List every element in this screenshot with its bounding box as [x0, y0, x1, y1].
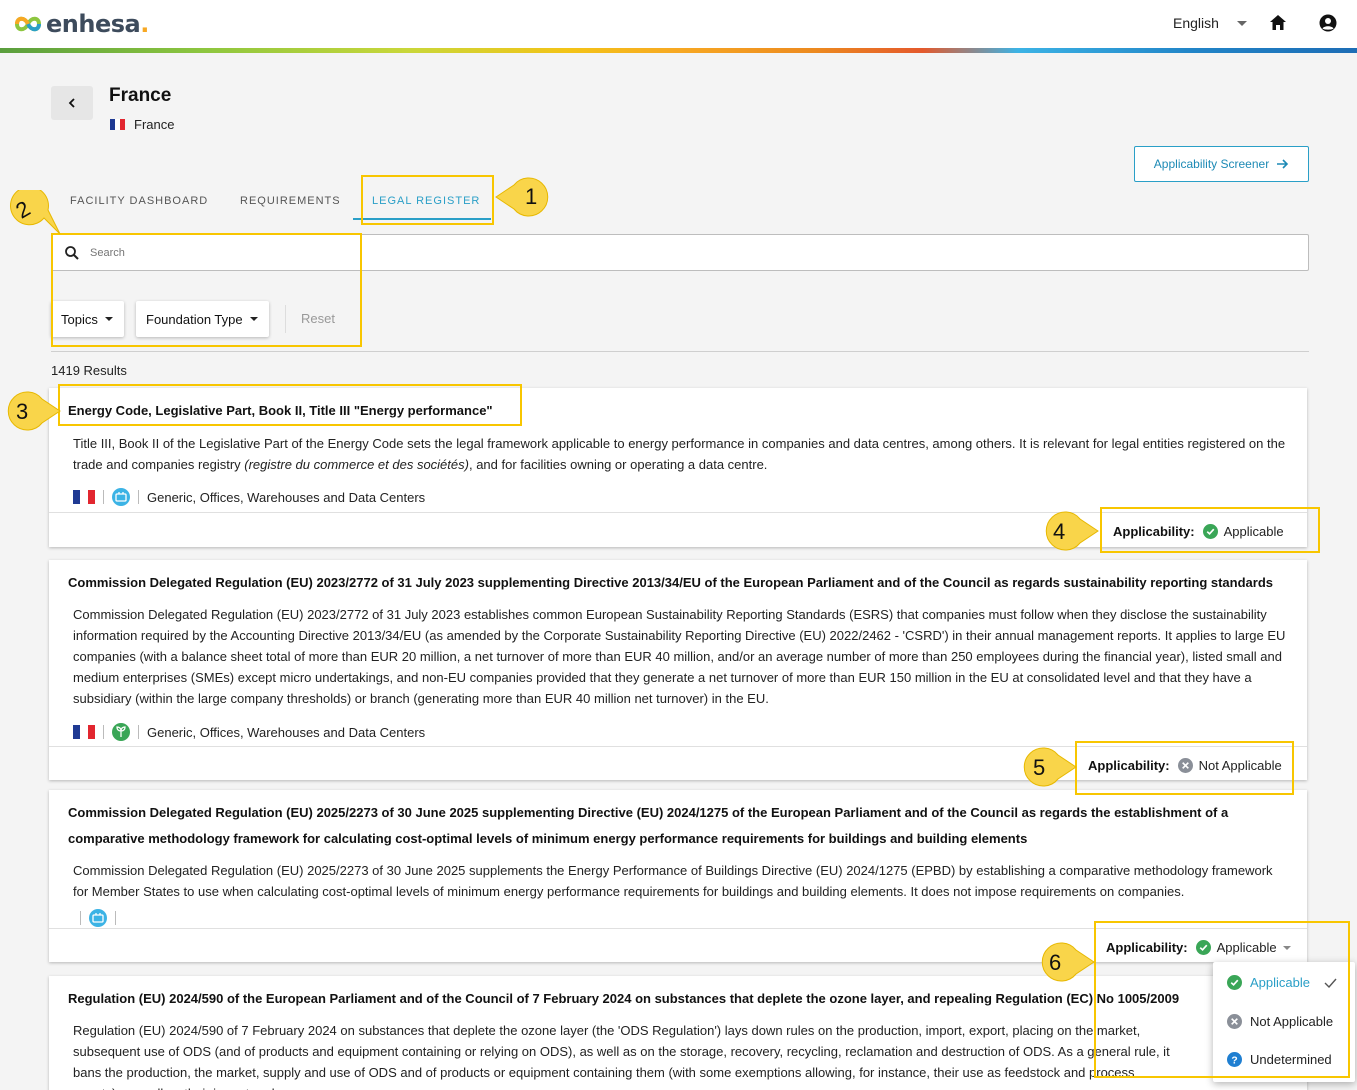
card-meta: Generic, Offices, Warehouses and Data Ce… [73, 488, 425, 506]
home-icon[interactable] [1268, 13, 1288, 33]
account-icon[interactable] [1318, 13, 1338, 33]
applicability-screener-button[interactable]: Applicability Screener [1134, 146, 1309, 182]
chevron-down-icon[interactable] [1237, 21, 1247, 26]
france-flag-icon [73, 490, 95, 504]
country-name: France [134, 117, 175, 132]
card-title[interactable]: Regulation (EU) 2024/590 of the European… [68, 986, 1179, 1012]
energy-topic-icon [112, 488, 130, 506]
card-description: Commission Delegated Regulation (EU) 202… [73, 607, 1286, 706]
card-title[interactable]: Commission Delegated Regulation (EU) 202… [68, 570, 1287, 596]
chevron-left-icon [68, 98, 75, 108]
sustainability-topic-icon [112, 723, 130, 741]
energy-topic-icon [89, 909, 107, 927]
card-description: Regulation (EU) 2024/590 of 7 February 2… [73, 1023, 1170, 1090]
tab-requirements[interactable]: REQUIREMENTS [240, 195, 341, 207]
france-flag-icon [73, 725, 95, 739]
callout-marker-6 [1041, 942, 1095, 982]
card-description-italic: (registre du commerce et des sociétés) [244, 457, 469, 472]
callout-number-4: 4 [1053, 519, 1066, 544]
annotation-box-1 [361, 175, 494, 225]
callout-number-6: 6 [1049, 950, 1062, 975]
card-title[interactable]: Commission Delegated Regulation (EU) 202… [68, 800, 1277, 852]
card-meta: Generic, Offices, Warehouses and Data Ce… [73, 723, 425, 741]
language-selector[interactable]: English [1173, 15, 1219, 31]
arrow-right-icon [1277, 159, 1289, 169]
filters-divider [51, 351, 1309, 352]
logo-text: enhesa [46, 10, 141, 38]
annotation-box-6 [1094, 921, 1350, 1078]
france-flag-icon [110, 119, 125, 130]
country-subtitle: France [110, 117, 174, 132]
card-meta [80, 909, 124, 927]
top-bar: enhesa. English [0, 0, 1357, 48]
logo-dot: . [140, 10, 149, 38]
annotation-box-5 [1075, 741, 1294, 795]
callout-number-3: 3 [16, 399, 29, 424]
callout-marker-4 [1045, 511, 1099, 551]
results-count: 1419 Results [51, 363, 127, 378]
card-tags: Generic, Offices, Warehouses and Data Ce… [147, 724, 426, 740]
annotation-box-2 [51, 233, 362, 347]
card-description: Title III, Book II of the Legislative Pa… [73, 436, 1286, 472]
brand-color-bar [0, 48, 1357, 53]
callout-marker-2 [9, 190, 61, 235]
annotation-box-4 [1100, 507, 1320, 553]
tab-facility-dashboard[interactable]: FACILITY DASHBOARD [70, 195, 208, 207]
card-description: Commission Delegated Regulation (EU) 202… [73, 863, 1273, 899]
enhesa-logo[interactable]: enhesa. [13, 10, 149, 38]
callout-number-5: 5 [1033, 755, 1046, 780]
back-button[interactable] [51, 86, 93, 120]
page-title: France [109, 85, 172, 106]
callout-marker-3 [7, 391, 61, 431]
screener-label: Applicability Screener [1153, 157, 1270, 171]
card-tags: Generic, Offices, Warehouses and Data Ce… [147, 489, 426, 505]
callout-number-1: 1 [525, 184, 538, 209]
annotation-box-3 [58, 384, 522, 426]
enhesa-logo-icon [14, 16, 42, 32]
